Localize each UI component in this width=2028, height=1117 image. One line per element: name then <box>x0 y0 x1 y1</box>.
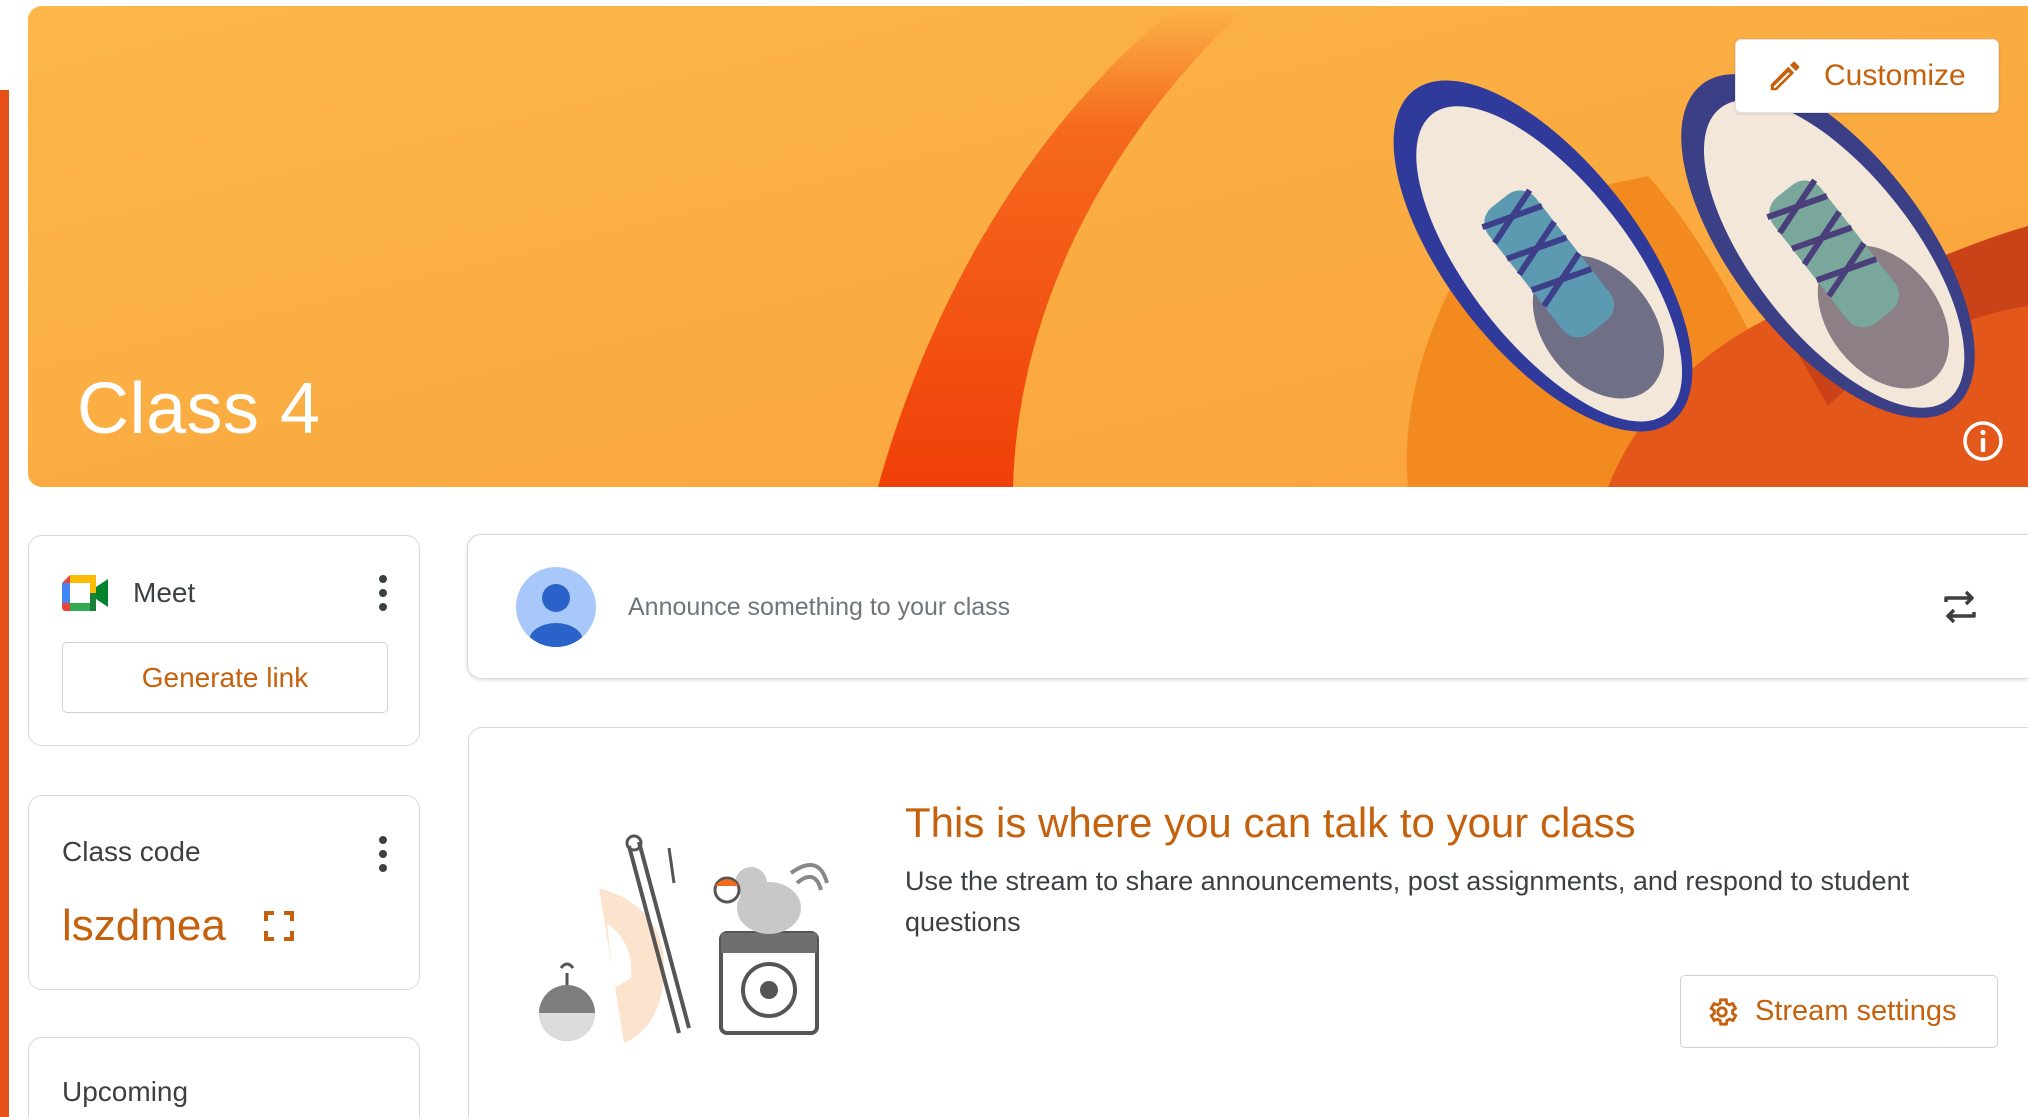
class-code-label: Class code <box>62 836 201 867</box>
meet-label: Meet <box>133 577 196 608</box>
classroom-stream-page: Class 4 Customize Meet Generate link Cla… <box>0 0 2028 1117</box>
meet-card: Meet Generate link <box>28 535 420 746</box>
info-icon[interactable] <box>1961 419 2005 463</box>
class-title: Class 4 <box>77 369 321 449</box>
upcoming-label: Upcoming <box>62 1076 189 1107</box>
user-avatar <box>516 567 596 647</box>
stream-title: This is where you can talk to your class <box>905 799 1636 846</box>
google-meet-icon <box>62 575 108 611</box>
stream-info-card: This is where you can talk to your class… <box>468 727 2028 1117</box>
left-edge-accent <box>0 90 9 1117</box>
class-code-more-options-icon[interactable] <box>375 832 391 876</box>
customize-button[interactable]: Customize <box>1735 39 1999 113</box>
meet-more-options-icon[interactable] <box>375 571 391 615</box>
fullscreen-icon[interactable] <box>263 910 295 942</box>
announce-box[interactable] <box>467 534 2028 679</box>
class-code-card: Class code lszdmea <box>28 795 420 990</box>
class-code-value: lszdmea <box>62 901 226 950</box>
stream-description: Use the stream to share announcements, p… <box>905 866 1910 937</box>
pencil-icon <box>1770 61 1800 91</box>
reuse-post-icon[interactable] <box>1936 583 1984 631</box>
banner-artwork <box>28 6 2028 487</box>
gear-icon <box>1709 997 1738 1026</box>
generate-link-button[interactable]: Generate link <box>62 642 388 713</box>
class-banner: Class 4 Customize <box>28 6 2028 487</box>
stream-settings-button[interactable]: Stream settings <box>1680 975 1998 1048</box>
stream-settings-label: Stream settings <box>1755 995 1957 1027</box>
announce-input[interactable] <box>628 585 1728 629</box>
stream-illustration <box>539 834 829 1043</box>
upcoming-card: Upcoming <box>28 1037 420 1117</box>
customize-label: Customize <box>1824 59 1966 92</box>
